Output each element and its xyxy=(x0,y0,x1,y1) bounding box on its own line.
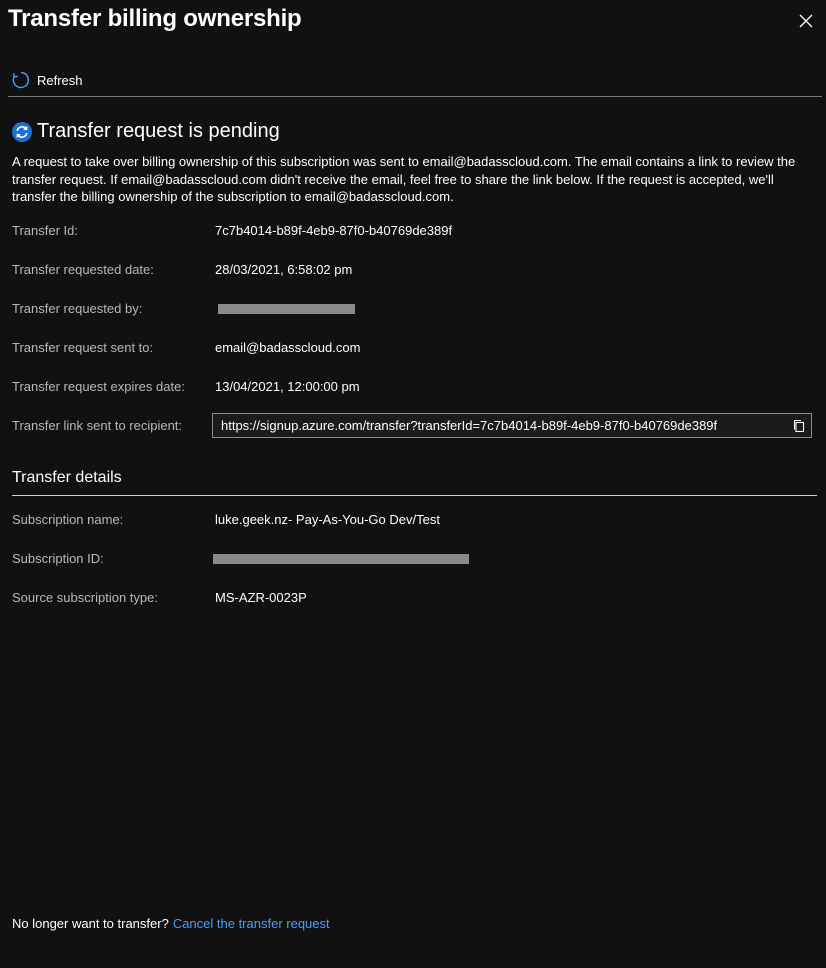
subscription-name-value: luke.geek.nz- Pay-As-You-Go Dev/Test xyxy=(215,512,440,527)
subscription-id-label: Subscription ID: xyxy=(12,551,104,566)
transfer-date-value: 28/03/2021, 6:58:02 pm xyxy=(215,262,353,277)
section-divider xyxy=(12,495,817,496)
status-heading-text: Transfer request is pending xyxy=(37,120,280,142)
redacted-subscription-id xyxy=(213,554,469,564)
transfer-link-url[interactable]: https://signup.azure.com/transfer?transf… xyxy=(221,418,717,433)
sync-status-icon xyxy=(12,121,32,142)
redacted-requester xyxy=(218,304,355,314)
cancel-transfer-link[interactable]: Cancel the transfer request xyxy=(173,916,330,931)
transfer-date-label: Transfer requested date: xyxy=(12,262,154,277)
page-title: Transfer billing ownership xyxy=(8,5,302,32)
transfer-expires-value: 13/04/2021, 12:00:00 pm xyxy=(215,379,360,394)
refresh-button[interactable]: Refresh xyxy=(12,68,83,92)
status-description: A request to take over billing ownership… xyxy=(12,154,796,204)
transfer-link-field[interactable]: https://signup.azure.com/transfer?transf… xyxy=(212,413,812,438)
copy-icon xyxy=(793,419,805,433)
transfer-id-label: Transfer Id: xyxy=(12,223,78,238)
transfer-expires-label: Transfer request expires date: xyxy=(12,379,185,394)
transfer-sent-to-label: Transfer request sent to: xyxy=(12,340,154,355)
transfer-by-label: Transfer requested by: xyxy=(12,301,143,316)
subscription-name-label: Subscription name: xyxy=(12,512,124,527)
copy-button[interactable] xyxy=(791,418,807,434)
command-bar: Refresh xyxy=(8,66,822,97)
source-type-value: MS-AZR-0023P xyxy=(215,590,307,605)
refresh-label: Refresh xyxy=(37,72,83,88)
transfer-id-value: 7c7b4014-b89f-4eb9-87f0-b40769de389f xyxy=(215,223,453,238)
status-heading: Transfer request is pending xyxy=(12,120,280,143)
transfer-sent-to-value: email@badasscloud.com xyxy=(215,340,361,355)
footer: No longer want to transfer? Cancel the tr… xyxy=(12,916,330,931)
footer-prompt: No longer want to transfer? xyxy=(12,916,169,931)
close-icon xyxy=(799,14,813,28)
source-type-label: Source subscription type: xyxy=(12,590,158,605)
transfer-link-label: Transfer link sent to recipient: xyxy=(12,418,183,433)
close-button[interactable] xyxy=(796,11,816,31)
refresh-icon xyxy=(12,71,30,89)
transfer-details-heading: Transfer details xyxy=(12,469,122,486)
